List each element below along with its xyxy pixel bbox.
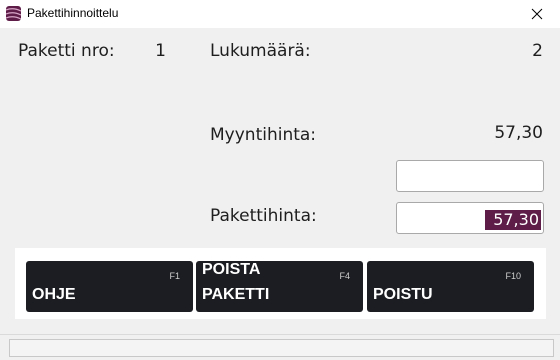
- close-button[interactable]: [514, 0, 560, 28]
- package-price-value: 57,30: [485, 210, 541, 230]
- sale-price-value: 57,30: [494, 123, 543, 143]
- extra-input-field[interactable]: [396, 160, 544, 192]
- delete-package-button[interactable]: POISTA PAKETTI F4: [196, 261, 363, 312]
- main-panel: Paketti nro: 1 Lukumäärä: 2 Myyntihinta:…: [0, 28, 560, 332]
- delete-package-button-label: POISTA PAKETTI: [202, 257, 269, 307]
- sale-price-label: Myyntihinta:: [210, 125, 317, 145]
- status-bar: [0, 334, 560, 360]
- package-price-label: Pakettihinta:: [210, 206, 317, 226]
- function-button-bar: OHJE F1 POISTA PAKETTI F4 POISTU F10: [15, 248, 546, 319]
- help-button-key: F1: [169, 271, 180, 281]
- title-bar: Pakettihinnoittelu: [0, 0, 560, 29]
- exit-button-label: POISTU: [373, 286, 433, 303]
- help-button-label: OHJE: [32, 286, 76, 303]
- close-icon: [531, 8, 543, 20]
- quantity-label: Lukumäärä:: [210, 41, 311, 61]
- delete-package-line1: POISTA: [202, 261, 261, 278]
- package-price-input[interactable]: 57,30: [396, 202, 544, 234]
- exit-button[interactable]: POISTU F10: [367, 261, 534, 312]
- package-number-label: Paketti nro:: [18, 41, 115, 61]
- window-title: Pakettihinnoittelu: [27, 6, 119, 20]
- quantity-value: 2: [532, 41, 543, 61]
- status-panel: [9, 339, 554, 357]
- delete-package-line2: PAKETTI: [202, 286, 270, 303]
- exit-button-key: F10: [505, 271, 521, 281]
- delete-package-button-key: F4: [339, 271, 350, 281]
- package-number-value: 1: [155, 41, 166, 61]
- app-logo-icon: [6, 6, 21, 21]
- help-button[interactable]: OHJE F1: [26, 261, 193, 312]
